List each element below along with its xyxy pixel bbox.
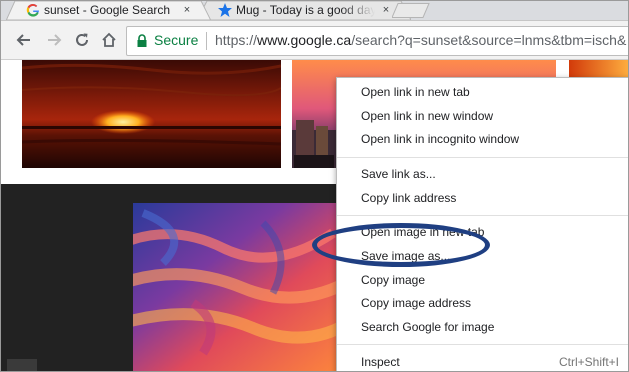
new-tab-button[interactable]: [392, 3, 430, 18]
google-g-icon: [26, 3, 39, 17]
secure-label: Secure: [154, 32, 199, 48]
sunset-image: [22, 60, 281, 168]
menu-item-copy-image-address[interactable]: Copy image address: [361, 296, 471, 310]
menu-item-search-google-for-image[interactable]: Search Google for image: [361, 320, 494, 334]
close-tab-icon[interactable]: ×: [379, 1, 393, 20]
menu-item-copy-link-address[interactable]: Copy link address: [361, 191, 456, 205]
browser-window: Mug - Today is a good day × sunset - Goo…: [0, 0, 629, 372]
forward-arrow-icon[interactable]: [45, 31, 63, 49]
menu-separator: [337, 157, 628, 158]
menu-item-copy-image[interactable]: Copy image: [361, 273, 425, 287]
highlight-oval-annotation: [312, 223, 490, 267]
tab-mug[interactable]: Mug - Today is a good day ×: [197, 1, 411, 20]
menu-separator: [337, 215, 628, 216]
menu-item-inspect[interactable]: Inspect: [361, 355, 400, 369]
sunset-clouds-image: [133, 203, 353, 371]
inspect-shortcut: Ctrl+Shift+I: [558, 355, 619, 369]
blue-star-icon: [218, 3, 232, 17]
tab-strip: Mug - Today is a good day × sunset - Goo…: [1, 1, 628, 21]
menu-item-open-link-incognito[interactable]: Open link in incognito window: [361, 132, 519, 146]
tab-title: sunset - Google Search: [44, 3, 171, 17]
menu-separator: [337, 344, 628, 345]
large-preview-image[interactable]: [133, 203, 353, 371]
back-arrow-icon[interactable]: [15, 31, 33, 49]
preview-panel-corner: [7, 359, 37, 371]
url-text[interactable]: https://www.google.ca/search?q=sunset&so…: [215, 32, 626, 48]
home-icon[interactable]: [100, 31, 118, 49]
menu-item-save-link-as[interactable]: Save link as...: [361, 167, 436, 181]
omnibox-divider: [206, 32, 207, 50]
sunset-thumbnail-1[interactable]: [22, 60, 281, 168]
url-scheme: https://: [215, 32, 258, 48]
tab-sunset-google-search[interactable]: sunset - Google Search ×: [1, 1, 216, 20]
url-path: /search?q=sunset&source=lnms&tbm=isch&: [351, 32, 627, 48]
tab-title: Mug - Today is a good day: [236, 3, 375, 17]
url-host: www.google.ca: [257, 32, 352, 48]
lock-icon: [137, 34, 147, 47]
close-tab-icon[interactable]: ×: [180, 1, 194, 20]
reload-icon[interactable]: [73, 31, 91, 49]
menu-item-open-link-new-tab[interactable]: Open link in new tab: [361, 85, 470, 99]
menu-item-open-link-new-window[interactable]: Open link in new window: [361, 109, 493, 123]
browser-toolbar: Secure https://www.google.ca/search?q=su…: [1, 21, 628, 60]
address-bar[interactable]: Secure https://www.google.ca/search?q=su…: [126, 26, 628, 56]
